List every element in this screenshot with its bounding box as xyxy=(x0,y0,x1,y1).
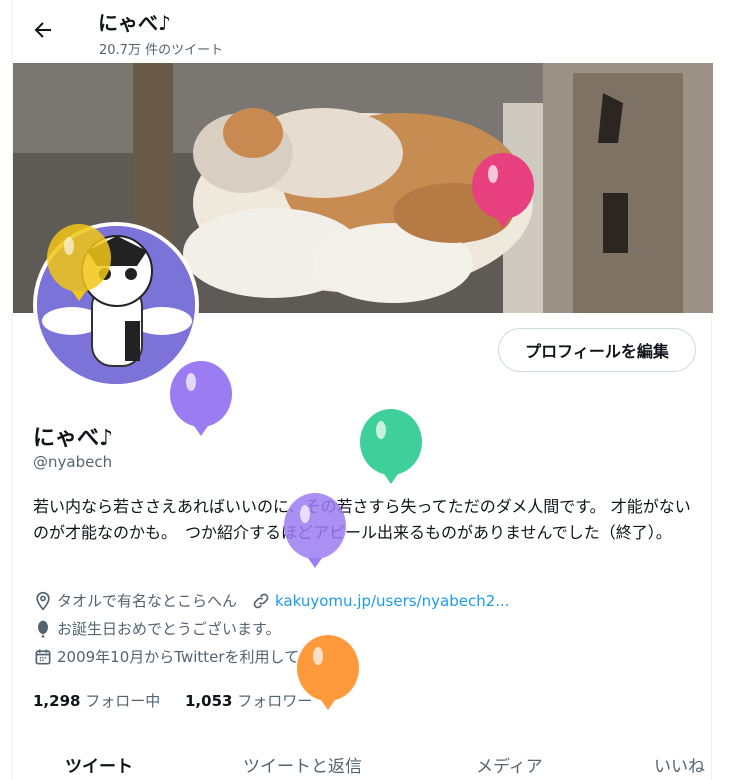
tab-likes[interactable]: いいね xyxy=(654,752,705,777)
link-icon xyxy=(253,593,269,608)
green-balloon-icon xyxy=(360,409,422,484)
website-link[interactable]: kakuyomu.jp/users/nyabech2... xyxy=(275,592,510,610)
birthday-row: お誕生日おめでとうございます。 xyxy=(33,618,281,639)
following-label: フォロー中 xyxy=(85,692,161,710)
tweet-count: 20.7万 件のツイート xyxy=(99,43,224,58)
edit-profile-button[interactable]: プロフィールを編集 xyxy=(498,328,696,372)
location-row: タオルで有名なとこらへん kakuyomu.jp/users/nyabech2.… xyxy=(33,590,510,611)
location-text: タオルで有名なとこらへん xyxy=(57,592,238,610)
profile-page: にゃべ♪ 20.7万 件のツイート プロフィールを編集 にゃべ♪ @nyabec… xyxy=(12,0,713,780)
tab-tweets-replies[interactable]: ツイートと返信 xyxy=(243,752,362,777)
purple-balloon-icon xyxy=(170,361,232,436)
purple-balloon-2-icon xyxy=(284,493,346,568)
tab-tweets[interactable]: ツイート xyxy=(65,752,133,777)
balloon-icon xyxy=(38,620,48,637)
location-icon xyxy=(36,591,50,611)
header-title: にゃべ♪ xyxy=(98,11,171,35)
profile-header: にゃべ♪ 20.7万 件のツイート xyxy=(13,0,713,63)
tab-media[interactable]: メディア xyxy=(476,752,543,777)
profile-tabs: ツイート ツイートと返信 メディア いいね xyxy=(13,740,713,780)
bio: 若い内なら若ささえあればいいのに、その若さすら失ってただのダメ人間です。 才能が… xyxy=(33,497,691,542)
following-link[interactable]: 1,298 フォロー中 xyxy=(33,690,160,711)
pink-balloon-icon xyxy=(472,153,534,228)
display-name: にゃべ♪ xyxy=(33,426,114,451)
following-count: 1,298 xyxy=(33,692,81,710)
calendar-icon xyxy=(35,649,51,664)
followers-link[interactable]: 1,053 フォロワー xyxy=(185,690,312,711)
followers-count: 1,053 xyxy=(185,692,233,710)
birthday-text: お誕生日おめでとうございます。 xyxy=(57,620,281,638)
handle: @nyabech xyxy=(33,453,113,471)
arrow-left-icon[interactable] xyxy=(31,18,55,42)
orange-balloon-icon xyxy=(297,635,359,710)
yellow-balloon-icon xyxy=(47,224,111,301)
